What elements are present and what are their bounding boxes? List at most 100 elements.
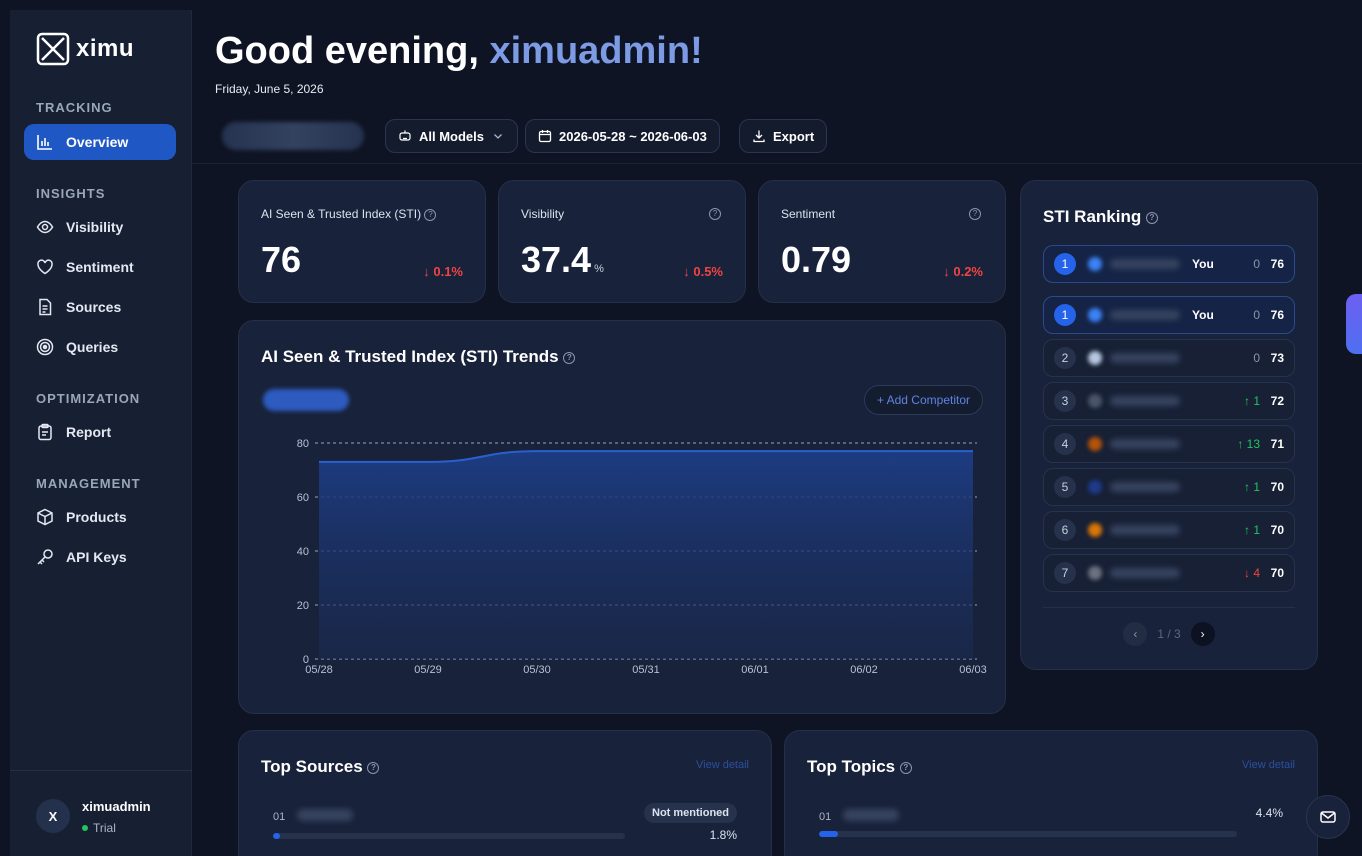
logo[interactable]: ximu <box>36 32 134 66</box>
top-topics-title-text: Top Topics <box>807 757 896 776</box>
ranking-row[interactable]: 2 0 73 <box>1043 339 1295 377</box>
date-range-picker[interactable]: 2026-05-28 ~ 2026-06-03 <box>525 119 720 153</box>
robot-icon <box>399 130 411 141</box>
sidebar-item-sources[interactable]: Sources <box>24 289 176 325</box>
kpi-value-text: 0.79 <box>781 239 852 280</box>
brand-logo <box>1088 480 1102 494</box>
section-title-management: MANAGEMENT <box>36 476 141 491</box>
help-icon[interactable]: ? <box>424 208 437 221</box>
rank-score: 76 <box>1270 257 1284 271</box>
export-label: Export <box>773 128 815 144</box>
clipboard-icon <box>38 423 52 441</box>
y-tick-label: 60 <box>297 492 309 504</box>
user-panel[interactable]: X ximuadmin Trial <box>10 770 192 856</box>
brand-logo <box>1088 257 1102 271</box>
kpi-value-text: 37.4 <box>521 239 592 280</box>
source-name[interactable] <box>297 809 353 821</box>
help-icon[interactable]: ? <box>1145 211 1158 224</box>
y-tick-label: 20 <box>297 600 309 612</box>
y-tick-label: 80 <box>297 438 309 450</box>
you-label: You <box>1192 257 1214 271</box>
help-icon[interactable]: ? <box>709 208 721 220</box>
ranking-title: STI Ranking ? <box>1043 207 1158 227</box>
rank-delta: ↑ 1 <box>1243 480 1260 494</box>
sidebar-item-label: Sentiment <box>66 259 134 275</box>
top-sources-card: Top Sources ? View detail 01 Not mention… <box>238 730 772 856</box>
list-item-index: 01 <box>819 811 832 823</box>
topic-name[interactable] <box>843 809 899 821</box>
arrow-down-icon: ↓ <box>683 264 690 279</box>
arrow-down-icon: ↓ <box>943 264 950 279</box>
sidebar-item-products[interactable]: Products <box>24 499 176 535</box>
user-name: ximuadmin <box>82 799 151 814</box>
chevron-left-icon[interactable]: ‹ <box>1123 622 1148 646</box>
app-root: ximu TRACKING Overview INSIGHTS Visibili… <box>0 0 1362 856</box>
rank-score: 76 <box>1270 308 1284 322</box>
ranking-row[interactable]: 4 ↑ 13 71 <box>1043 425 1295 463</box>
ranking-row[interactable]: 6 ↑ 1 70 <box>1043 511 1295 549</box>
sidebar-item-label: Sources <box>66 299 122 315</box>
sidebar-item-overview[interactable]: Overview <box>24 124 176 160</box>
kpi-delta-text: 0.1% <box>433 264 463 279</box>
brand-name <box>1110 396 1180 406</box>
ranking-row[interactable]: 3 ↑ 1 72 <box>1043 382 1295 420</box>
chevron-down-icon <box>494 134 502 139</box>
rank-delta: 0 <box>1253 308 1260 322</box>
date-range-label: 2026-05-28 ~ 2026-06-03 <box>559 128 707 144</box>
document-icon <box>39 298 52 316</box>
sidebar-item-visibility[interactable]: Visibility <box>24 209 176 245</box>
box-icon <box>37 508 53 526</box>
rank-number: 1 <box>1054 304 1076 326</box>
greeting-prefix: Good evening, <box>215 30 490 72</box>
brand-name <box>1110 482 1180 492</box>
assistant-tab[interactable] <box>1346 294 1362 354</box>
help-icon[interactable]: ? <box>367 761 380 774</box>
help-icon[interactable]: ? <box>969 208 981 220</box>
models-label: All Models <box>419 128 485 144</box>
sidebar-item-label: API Keys <box>66 549 127 565</box>
sidebar-item-report[interactable]: Report <box>24 414 176 450</box>
product-selector[interactable] <box>222 122 364 150</box>
brand-name <box>1110 525 1180 535</box>
sidebar-item-label: Queries <box>66 339 119 355</box>
chevron-right-icon[interactable]: › <box>1190 622 1215 646</box>
kpi-card-sentiment: Sentiment ? 0.79 ↓ 0.2% <box>758 180 1006 303</box>
plan-label: Trial <box>93 821 116 835</box>
ranking-row[interactable]: 1 You 0 76 <box>1043 296 1295 334</box>
kpi-delta: ↓ 0.2% <box>943 264 983 279</box>
sidebar-item-label: Overview <box>66 134 129 150</box>
help-icon[interactable]: ? <box>899 761 912 774</box>
progress-fill <box>819 831 838 837</box>
status-dot <box>82 825 88 831</box>
ranking-row[interactable]: 5 ↑ 1 70 <box>1043 468 1295 506</box>
trend-chart: 02040608005/28 05/29 05/30 05/31 06/01 06/02 0… <box>297 438 987 676</box>
series-area <box>319 451 973 659</box>
view-detail-link[interactable]: View detail <box>1242 759 1295 771</box>
trends-card: AI Seen & Trusted Index (STI) Trends ? +… <box>238 320 1006 714</box>
message-button[interactable] <box>1306 795 1350 839</box>
x-tick-label: 05/28 <box>305 664 333 676</box>
topic-pct: 4.4% <box>1255 806 1283 820</box>
kpi-delta-text: 0.5% <box>693 264 723 279</box>
export-button[interactable]: Export <box>739 119 828 153</box>
view-detail-link[interactable]: View detail <box>696 759 749 771</box>
sidebar-item-sentiment[interactable]: Sentiment <box>24 249 176 285</box>
kpi-label-text: AI Seen & Trusted Index (STI) <box>261 207 422 221</box>
avatar[interactable]: X <box>36 799 70 833</box>
rank-number: 1 <box>1054 253 1076 275</box>
brand-logo <box>1088 394 1102 408</box>
page-indicator: 1 / 3 <box>1157 627 1181 641</box>
brand-name <box>1110 568 1180 578</box>
rank-delta: ↑ 1 <box>1243 523 1260 537</box>
ranking-row-pinned[interactable]: 1 You 0 76 <box>1043 245 1295 283</box>
brand-logo <box>1088 566 1102 580</box>
sidebar-item-queries[interactable]: Queries <box>24 329 176 365</box>
rank-score: 71 <box>1270 437 1284 451</box>
kpi-value: 37.4% <box>521 239 604 281</box>
kpi-card-visibility: Visibility ? 37.4% ↓ 0.5% <box>498 180 746 303</box>
rank-number: 4 <box>1054 433 1076 455</box>
models-dropdown[interactable]: All Models <box>385 119 519 153</box>
current-date: Friday, June 5, 2026 <box>215 82 324 96</box>
ranking-row[interactable]: 7 ↓ 4 70 <box>1043 554 1295 592</box>
sidebar-item-api-keys[interactable]: API Keys <box>24 539 176 575</box>
